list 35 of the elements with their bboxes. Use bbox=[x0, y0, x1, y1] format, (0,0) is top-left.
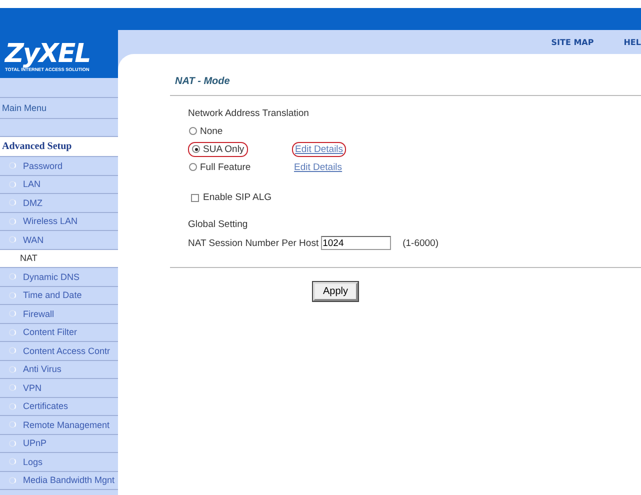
bullet-icon bbox=[9, 310, 16, 318]
bullet-icon bbox=[9, 476, 16, 484]
apply-button[interactable]: Apply bbox=[312, 282, 358, 301]
sidebar-item[interactable]: NAT bbox=[0, 250, 118, 268]
field-label: NAT Session Number Per Host bbox=[188, 238, 319, 248]
radio-option[interactable]: Full Feature bbox=[188, 162, 292, 172]
bullet-icon bbox=[9, 402, 16, 410]
bullet-icon bbox=[9, 328, 16, 336]
bullet-icon bbox=[9, 236, 16, 244]
bullet-icon bbox=[9, 162, 16, 170]
bullet-icon bbox=[9, 458, 16, 466]
bullet-icon bbox=[9, 218, 16, 225]
bullet-icon bbox=[9, 421, 16, 428]
bullet-icon bbox=[9, 366, 16, 373]
bullet-icon bbox=[9, 384, 16, 392]
header-link[interactable]: HEL bbox=[624, 38, 641, 46]
section-heading: Advanced Setup bbox=[0, 137, 118, 157]
section-label: Global Setting bbox=[188, 218, 249, 232]
header-link[interactable]: SITE MAP bbox=[551, 38, 594, 46]
bullet-icon bbox=[9, 292, 16, 299]
radio-option[interactable]: None bbox=[188, 126, 292, 136]
bullet-icon bbox=[9, 180, 16, 188]
range-hint: (1-6000) bbox=[402, 238, 439, 248]
bullet-icon bbox=[9, 273, 16, 280]
brand-logo: ZyXEL bbox=[5, 41, 90, 67]
input-field[interactable]: 1024 bbox=[320, 236, 391, 250]
radio-option[interactable]: SUA Only bbox=[188, 142, 248, 156]
bullet-icon bbox=[9, 440, 16, 447]
edit-details-link[interactable]: Edit Details bbox=[292, 142, 346, 156]
sip-alg-checkbox[interactable]: Enable SIP ALG bbox=[191, 192, 641, 203]
bullet-icon bbox=[9, 199, 16, 206]
bullet-icon bbox=[9, 347, 16, 354]
section-label: Network Address Translation bbox=[188, 107, 310, 121]
edit-details-link[interactable]: Edit Details bbox=[292, 160, 344, 174]
page-title: NAT - Mode bbox=[175, 76, 231, 87]
